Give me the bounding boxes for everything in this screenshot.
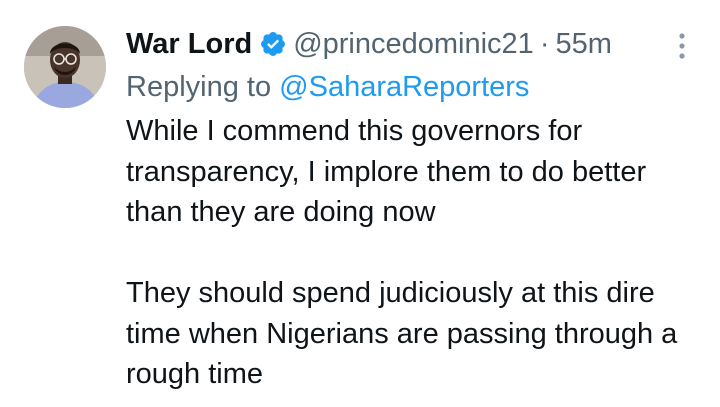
tweet-header: War Lord @princedominic21 · 55m [126,24,612,64]
tweet[interactable]: War Lord @princedominic21 · 55m Replying… [0,0,720,407]
tweet-paragraph-2: They should spend judiciously at this di… [126,277,678,390]
more-vertical-icon[interactable] [672,30,692,62]
tweet-text: While I commend this governors for trans… [126,111,706,395]
tweet-paragraph-1: While I commend this governors for trans… [126,115,647,228]
replying-handle-link[interactable]: @SaharaReporters [279,71,529,103]
timestamp[interactable]: 55m [555,24,611,64]
avatar[interactable] [24,26,106,108]
author-handle[interactable]: @princedominic21 [293,24,534,64]
avatar-image [24,26,106,108]
separator-dot: · [539,28,550,60]
replying-to: Replying to @SaharaReporters [126,67,529,107]
author-name[interactable]: War Lord [126,24,252,64]
verified-badge-icon [261,32,286,56]
replying-prefix: Replying to [126,71,280,103]
